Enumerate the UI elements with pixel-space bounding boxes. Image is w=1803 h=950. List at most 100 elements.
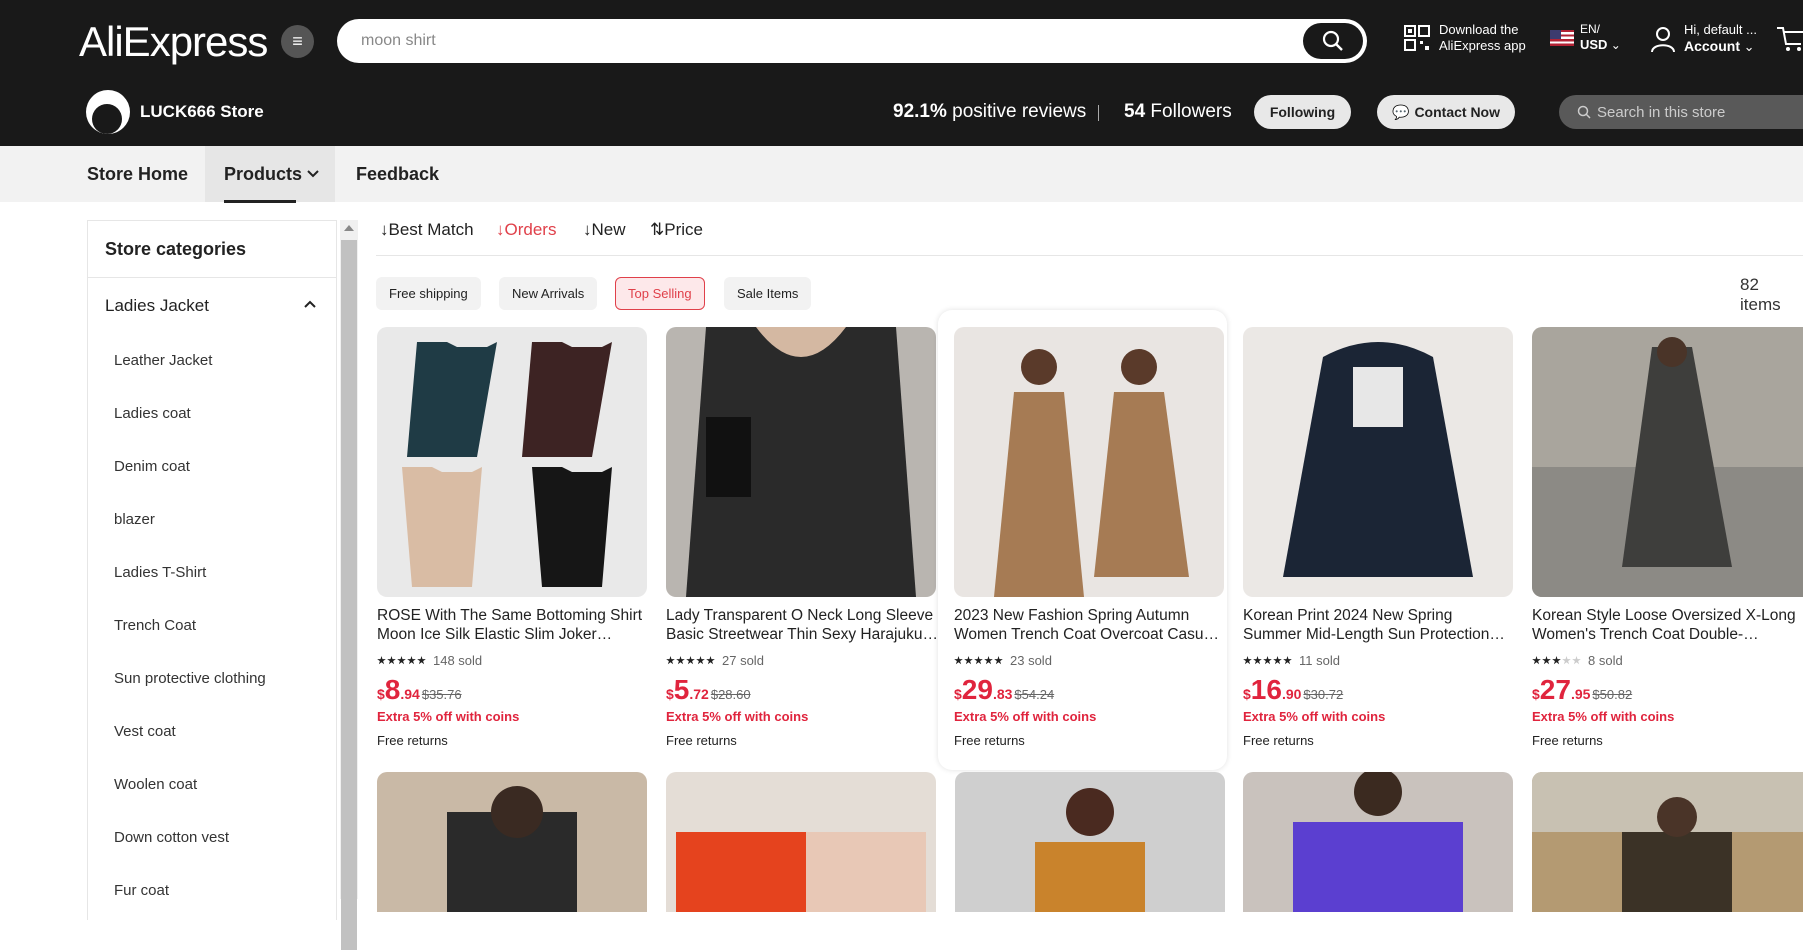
followers: 54 Followers: [1124, 101, 1232, 123]
nav-store-home[interactable]: Store Home: [87, 146, 188, 202]
product-card[interactable]: Lady Transparent O Neck Long Sleeve Basi…: [653, 310, 942, 770]
product-image[interactable]: [1243, 772, 1513, 912]
category-item[interactable]: Sun protective clothing: [88, 652, 336, 705]
filter-sale-items[interactable]: Sale Items: [724, 277, 812, 310]
product-card[interactable]: ROSE With The Same Bottoming Shirt Moon …: [364, 310, 653, 770]
product-card[interactable]: Korean Style Loose Oversized X-Long Wome…: [1519, 310, 1803, 770]
category-item[interactable]: Down cotton vest: [88, 811, 336, 864]
rating-stars: [1243, 656, 1293, 665]
star-icon: [1253, 656, 1262, 665]
sort-price[interactable]: ⇅ Price: [650, 220, 703, 240]
product-image[interactable]: [666, 772, 936, 912]
rating-stars: [954, 656, 1004, 665]
category-item[interactable]: Denim coat: [88, 440, 336, 493]
product-image[interactable]: [954, 327, 1224, 597]
store-search-input[interactable]: [1597, 103, 1797, 121]
price-currency: $: [1532, 686, 1540, 702]
category-item[interactable]: Fur coat: [88, 864, 336, 917]
store-search: [1559, 95, 1803, 129]
coins-discount: Extra 5% off with coins: [666, 709, 809, 724]
cart-button[interactable]: [1775, 22, 1803, 59]
items-count: 82 items: [1740, 275, 1781, 314]
category-item[interactable]: blazer: [88, 493, 336, 546]
free-returns: Free returns: [377, 733, 448, 748]
product-meta: 148 sold: [377, 653, 482, 668]
filter-free-shipping[interactable]: Free shipping: [376, 277, 481, 310]
scroll-up-icon[interactable]: [344, 225, 354, 231]
product-image[interactable]: [377, 327, 647, 597]
menu-icon[interactable]: ≡: [281, 25, 314, 58]
star-icon: [666, 656, 675, 665]
store-nav: Store Home Products Feedback: [0, 146, 1803, 203]
product-title[interactable]: 2023 New Fashion Spring Autumn Women Tre…: [954, 606, 1226, 644]
sort-best-match[interactable]: ↓ Best Match: [380, 220, 474, 240]
search-button[interactable]: [1303, 23, 1363, 59]
nav-feedback[interactable]: Feedback: [356, 146, 439, 202]
product-card[interactable]: 2023 New Fashion Spring Autumn Women Tre…: [938, 310, 1227, 770]
star-icon: [696, 656, 705, 665]
category-item[interactable]: Vest coat: [88, 705, 336, 758]
star-icon: [686, 656, 695, 665]
price-currency: $: [666, 686, 674, 702]
sort-arrow-icon: ↓: [380, 220, 389, 239]
category-item[interactable]: Ladies T-Shirt: [88, 546, 336, 599]
store-name[interactable]: LUCK666 Store: [140, 102, 264, 122]
language-currency-selector[interactable]: EN/USD ⌄: [1550, 22, 1621, 53]
product-image[interactable]: [955, 772, 1225, 912]
product-image[interactable]: [377, 772, 647, 912]
qr-code-icon: [1404, 25, 1430, 51]
sort-orders[interactable]: ↓ Orders: [496, 220, 556, 240]
category-ladies-jacket[interactable]: Ladies Jacket: [88, 278, 336, 334]
product-price: $5.72 $28.60: [666, 674, 751, 706]
store-logo[interactable]: [86, 90, 130, 134]
download-app-link[interactable]: Download the AliExpress app: [1403, 22, 1526, 54]
category-item[interactable]: Woolen coat: [88, 758, 336, 811]
product-image[interactable]: [1532, 772, 1803, 912]
price-integer: 16: [1250, 674, 1282, 705]
account-menu[interactable]: Hi, default ... Account ⌄: [1648, 22, 1757, 55]
product-title[interactable]: Korean Style Loose Oversized X-Long Wome…: [1532, 606, 1803, 644]
product-card[interactable]: Korean Print 2024 New Spring Summer Mid-…: [1230, 310, 1519, 770]
sold-count: 11 sold: [1299, 653, 1340, 668]
filter-new-arrivals[interactable]: New Arrivals: [499, 277, 598, 310]
sidebar-scrollbar[interactable]: [340, 220, 358, 950]
original-price: $35.76: [421, 687, 462, 702]
product-price: $29.83 $54.24: [954, 674, 1054, 706]
scroll-thumb[interactable]: [341, 240, 357, 950]
search-input[interactable]: [361, 29, 1261, 53]
price-integer: 29: [961, 674, 993, 705]
filter-top-selling[interactable]: Top Selling: [615, 277, 705, 310]
store-categories: Store categories Ladies Jacket Leather J…: [87, 220, 337, 920]
currency-label: USD: [1580, 37, 1608, 52]
star-icon: [1273, 656, 1282, 665]
category-item[interactable]: Trench Coat: [88, 599, 336, 652]
sort-label: Best Match: [388, 220, 474, 239]
price-decimal: .72: [689, 686, 709, 702]
following-button[interactable]: Following: [1254, 95, 1351, 129]
star-icon: [1243, 656, 1252, 665]
sort-new[interactable]: ↓ New: [583, 220, 626, 240]
product-title[interactable]: Korean Print 2024 New Spring Summer Mid-…: [1243, 606, 1515, 644]
category-label: Ladies Jacket: [105, 296, 209, 315]
sold-count: 23 sold: [1010, 653, 1052, 668]
aliexpress-logo[interactable]: AliExpress: [79, 18, 268, 66]
star-icon: [1562, 656, 1571, 665]
star-icon: [377, 656, 386, 665]
category-item[interactable]: Leather Jacket: [88, 334, 336, 387]
star-icon: [387, 656, 396, 665]
price-decimal: .90: [1281, 686, 1302, 702]
product-title[interactable]: ROSE With The Same Bottoming Shirt Moon …: [377, 606, 649, 644]
product-image[interactable]: [1243, 327, 1513, 597]
rating-value: 92.1%: [893, 101, 947, 122]
product-image[interactable]: [666, 327, 936, 597]
nav-products[interactable]: Products: [205, 146, 335, 203]
chat-icon: 💬: [1392, 103, 1410, 120]
product-title[interactable]: Lady Transparent O Neck Long Sleeve Basi…: [666, 606, 938, 644]
coins-discount: Extra 5% off with coins: [1532, 709, 1675, 724]
contact-now-button[interactable]: 💬 Contact Now: [1377, 95, 1515, 129]
active-underline: [224, 200, 296, 203]
category-item[interactable]: Ladies coat: [88, 387, 336, 440]
us-flag-icon: [1550, 29, 1574, 46]
sold-count: 148 sold: [433, 653, 483, 668]
product-image[interactable]: [1532, 327, 1803, 597]
